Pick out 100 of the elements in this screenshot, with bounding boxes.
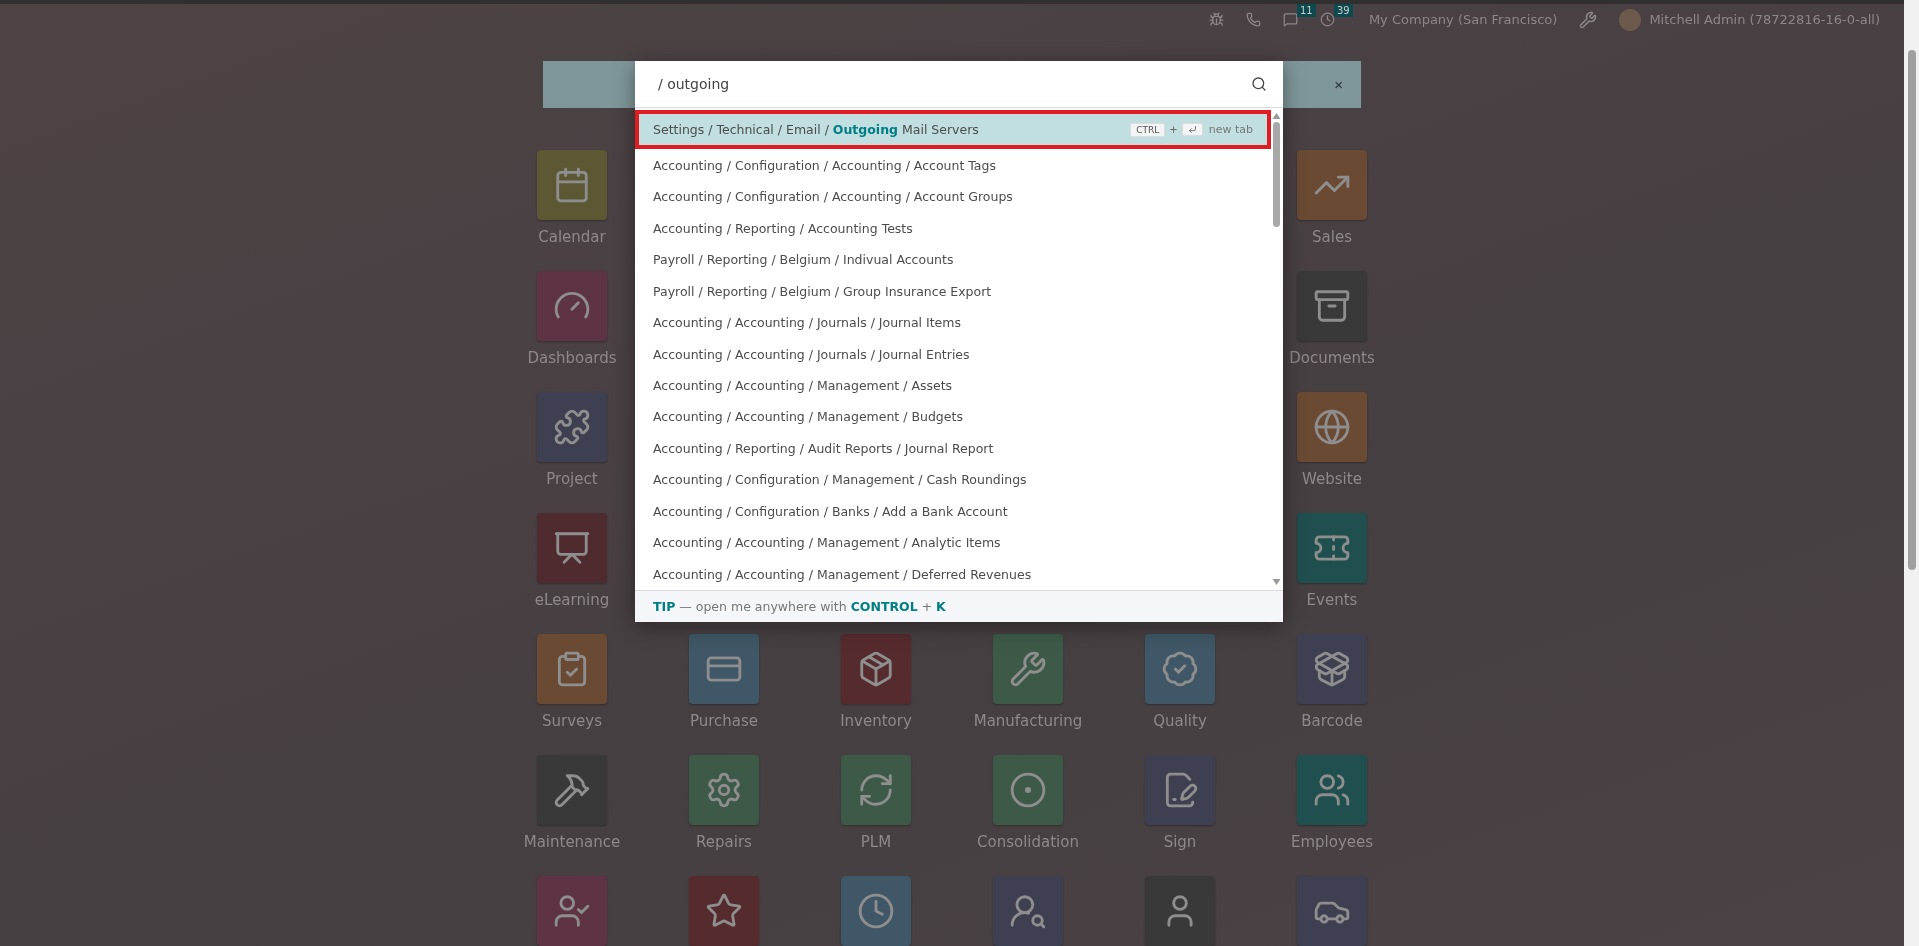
app-tile[interactable] [993, 634, 1063, 704]
people-icon [1313, 771, 1351, 809]
app-tile[interactable] [1145, 876, 1215, 946]
app-label[interactable]: Employees [1290, 833, 1374, 851]
app-label[interactable]: Quality [1153, 712, 1207, 730]
scrollbar-thumb[interactable] [1907, 50, 1916, 570]
user-name[interactable]: Mitchell Admin (78722816-16-0-all) [1649, 12, 1880, 28]
app-tile[interactable] [689, 634, 759, 704]
circle-icon [1009, 771, 1047, 809]
app-tile[interactable] [537, 271, 607, 341]
clock-icon [857, 892, 895, 930]
chat-icon[interactable] [1282, 12, 1298, 28]
globe-icon [1313, 408, 1351, 446]
count-badge: 39 [1333, 4, 1353, 18]
app-tile[interactable] [1297, 513, 1367, 583]
app-label[interactable]: Consolidation [977, 833, 1079, 851]
enter-key-icon [1181, 123, 1203, 137]
app-tile[interactable] [841, 876, 911, 946]
open-box-icon [1313, 650, 1351, 688]
search-icon[interactable] [1251, 76, 1267, 92]
app-label[interactable]: Project [546, 470, 598, 488]
star-icon [705, 892, 743, 930]
app-tile[interactable] [537, 634, 607, 704]
app-label[interactable]: Manufacturing [973, 712, 1083, 730]
result-item[interactable]: Accounting / Reporting / Accounting Tests [635, 212, 1271, 244]
app-tile[interactable] [1297, 634, 1367, 704]
result-item[interactable]: Accounting / Configuration / Management / Cash Roundings [635, 464, 1271, 496]
app-tile[interactable] [537, 755, 607, 825]
app-label[interactable]: Website [1302, 470, 1362, 488]
person-search-icon [1009, 892, 1047, 930]
tip-text: TIP — open me anywhere with CONTROL + K [635, 590, 1283, 622]
result-item[interactable]: Settings / Technical / Email / Outgoing Mail Servers CTRL + new tab [635, 110, 1271, 150]
app-tile[interactable] [1297, 392, 1367, 462]
plus-sign: + [1169, 124, 1178, 136]
person-check-icon [553, 892, 591, 930]
tools-icon[interactable] [1579, 10, 1598, 29]
result-item[interactable]: Accounting / Accounting / Management / Assets [635, 369, 1271, 402]
gear-icon [705, 771, 743, 809]
app-tile[interactable] [1297, 876, 1367, 946]
scroll-down-arrow-icon[interactable] [1272, 578, 1281, 586]
app-label[interactable]: Purchase [689, 712, 759, 730]
app-label[interactable]: Sign [1163, 833, 1197, 851]
app-tile[interactable] [1145, 755, 1215, 825]
result-item[interactable]: Accounting / Reporting / Audit Reports / Journal Report [635, 432, 1271, 465]
company-name[interactable]: My Company (San Francisco) [1368, 12, 1558, 28]
app-label[interactable]: Repairs [696, 833, 752, 851]
app-label[interactable]: Barcode [1301, 712, 1363, 730]
key-cap: CTRL [1130, 122, 1166, 137]
refresh-icon [857, 771, 895, 809]
app-label[interactable]: Inventory [840, 712, 912, 730]
scroll-up-arrow-icon[interactable] [1272, 112, 1281, 120]
app-tile[interactable] [841, 755, 911, 825]
calendar-icon [553, 166, 591, 204]
app-label[interactable]: PLM [860, 833, 892, 851]
count-badge: 11 [1296, 4, 1316, 18]
result-item[interactable]: Accounting / Configuration / Accounting / Account Tags [635, 149, 1271, 181]
app-label[interactable]: Surveys [542, 712, 602, 730]
wrench-icon [1009, 650, 1047, 688]
app-tile[interactable] [537, 150, 607, 220]
result-item[interactable]: Accounting / Accounting / Management / Budgets [635, 401, 1271, 433]
app-tile[interactable] [1297, 271, 1367, 341]
app-label[interactable]: eLearning [534, 591, 610, 609]
app-tile[interactable] [993, 755, 1063, 825]
app-tile[interactable] [537, 876, 607, 946]
app-tile[interactable] [1297, 755, 1367, 825]
app-tile[interactable] [993, 876, 1063, 946]
scrollbar-thumb[interactable] [1273, 122, 1280, 227]
archive-icon [1313, 287, 1351, 325]
app-label[interactable]: Calendar [538, 228, 606, 246]
app-tile[interactable] [537, 392, 607, 462]
result-item[interactable]: Accounting / Accounting / Management / Deferred Revenues [635, 558, 1271, 591]
app-tile[interactable] [537, 513, 607, 583]
app-tile[interactable] [689, 755, 759, 825]
puzzle-icon [553, 408, 591, 446]
app-label[interactable]: Documents [1289, 349, 1375, 367]
hint-text: new tab [1208, 123, 1253, 137]
result-item[interactable]: Accounting / Accounting / Journals / Journal Entries [635, 338, 1271, 370]
app-tile[interactable] [689, 876, 759, 946]
result-item[interactable]: Payroll / Reporting / Belgium / Indivual Accounts [635, 243, 1271, 276]
app-label[interactable]: Events [1306, 591, 1358, 609]
bug-icon[interactable] [1208, 12, 1224, 28]
result-item[interactable]: Accounting / Configuration / Banks / Add a Bank Account [635, 495, 1271, 528]
app-tile[interactable] [841, 634, 911, 704]
app-label[interactable]: Maintenance [523, 833, 621, 851]
result-item[interactable]: Accounting / Configuration / Accounting / Account Groups [635, 180, 1271, 213]
app-label[interactable]: Sales [1312, 228, 1352, 246]
result-item[interactable]: Accounting / Accounting / Journals / Journal Items [635, 306, 1271, 339]
box-icon [857, 650, 895, 688]
app-tile[interactable] [1297, 150, 1367, 220]
close-button[interactable]: × [1330, 76, 1347, 93]
clock-icon[interactable] [1319, 12, 1335, 28]
page-scrollbar[interactable] [1904, 0, 1919, 946]
badge-check-icon [1161, 650, 1199, 688]
app-tile[interactable] [1145, 634, 1215, 704]
avatar[interactable] [1619, 8, 1642, 31]
app-label[interactable]: Dashboards [527, 349, 617, 367]
result-item[interactable]: Accounting / Accounting / Management / Analytic Items [635, 527, 1271, 559]
hammer-icon [553, 771, 591, 809]
phone-icon[interactable] [1245, 12, 1261, 28]
result-item[interactable]: Payroll / Reporting / Belgium / Group Insurance Export [635, 275, 1271, 307]
